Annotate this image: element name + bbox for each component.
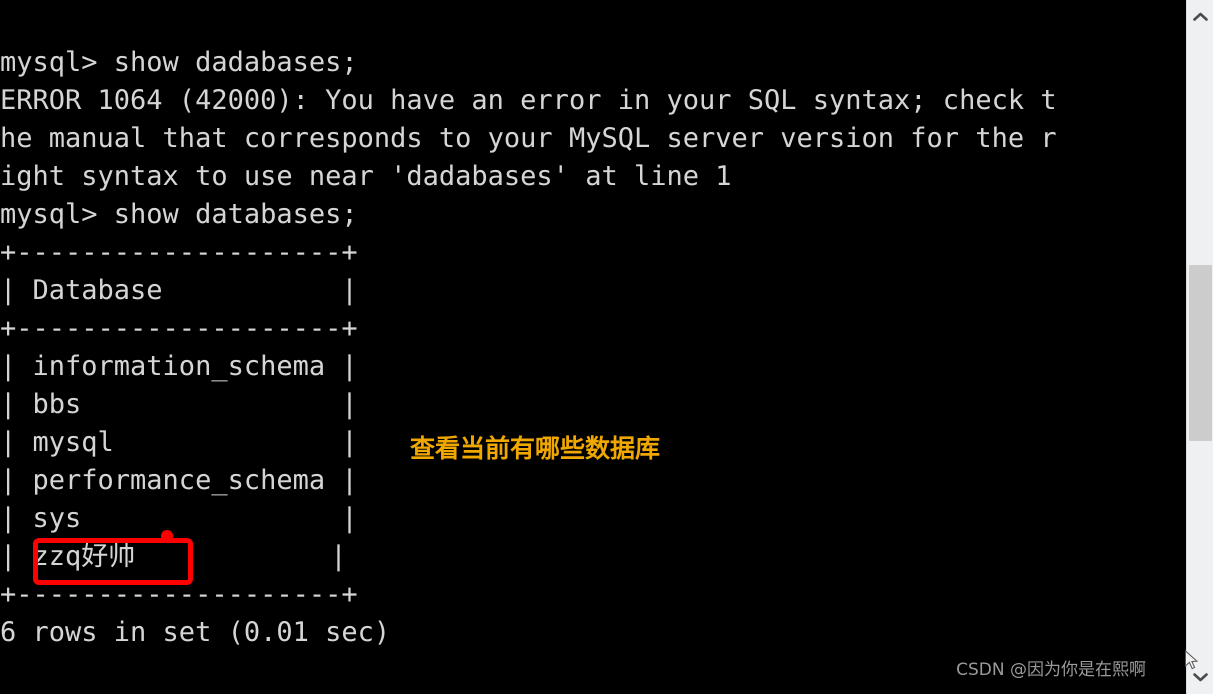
highlight-dot-marker bbox=[161, 530, 173, 542]
scroll-up-button[interactable] bbox=[1187, 4, 1213, 30]
table-row: | bbs | bbox=[0, 389, 358, 420]
terminal-line-error-1: ERROR 1064 (42000): You have an error in… bbox=[0, 85, 1057, 116]
chevron-up-icon bbox=[1192, 12, 1208, 22]
vertical-scrollbar[interactable] bbox=[1186, 0, 1213, 694]
mouse-pointer-icon bbox=[1184, 649, 1200, 672]
chevron-down-icon bbox=[1192, 672, 1208, 682]
csdn-watermark: CSDN @因为你是在熙啊 bbox=[956, 660, 1146, 680]
table-border-middle: +--------------------+ bbox=[0, 313, 358, 344]
table-header-row: | Database | bbox=[0, 275, 358, 306]
table-row: | sys | bbox=[0, 503, 358, 534]
table-border-top: +--------------------+ bbox=[0, 237, 358, 268]
terminal-output[interactable]: mysql> show dadabases; ERROR 1064 (42000… bbox=[0, 0, 1186, 694]
table-row: | performance_schema | bbox=[0, 465, 358, 496]
annotation-note-text: 查看当前有哪些数据库 bbox=[410, 434, 661, 463]
result-status-line: 6 rows in set (0.01 sec) bbox=[0, 617, 391, 648]
terminal-line-command-2: mysql> show databases; bbox=[0, 199, 358, 230]
scrollbar-thumb[interactable] bbox=[1189, 265, 1212, 441]
screenshot-root: mysql> show dadabases; ERROR 1064 (42000… bbox=[0, 0, 1213, 694]
terminal-line-command-1: mysql> show dadabases; bbox=[0, 47, 358, 78]
terminal-line-error-2: he manual that corresponds to your MySQL… bbox=[0, 123, 1057, 154]
table-row: | information_schema | bbox=[0, 351, 358, 382]
highlight-rectangle bbox=[33, 538, 193, 585]
table-row: | mysql | bbox=[0, 427, 358, 458]
terminal-line-error-3: ight syntax to use near 'dadabases' at l… bbox=[0, 161, 732, 192]
